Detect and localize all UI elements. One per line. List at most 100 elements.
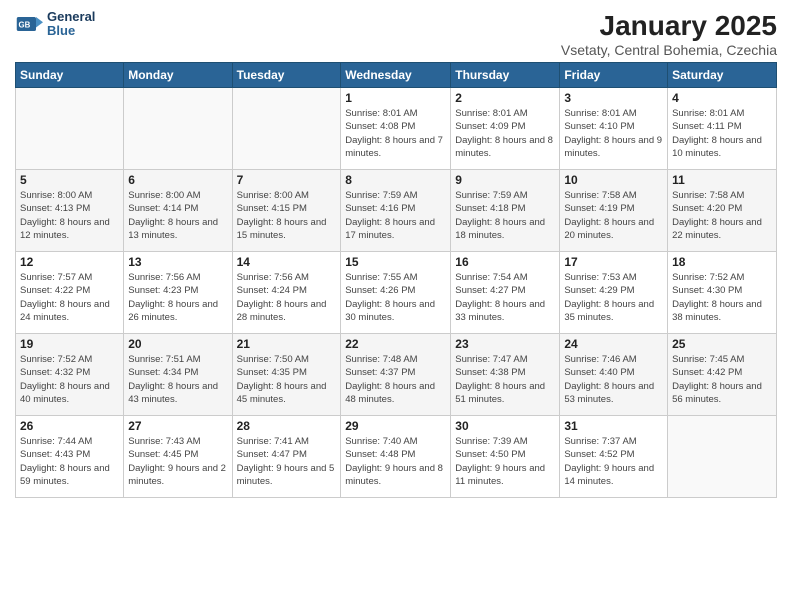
calendar-cell: 23 Sunrise: 7:47 AM Sunset: 4:38 PM Dayli… [451,334,560,416]
day-info: Sunrise: 7:52 AM Sunset: 4:30 PM Dayligh… [672,271,772,324]
day-info: Sunrise: 7:57 AM Sunset: 4:22 PM Dayligh… [20,271,119,324]
dow-monday: Monday [124,63,232,88]
day-number: 20 [128,337,227,351]
day-number: 3 [564,91,663,105]
day-number: 22 [345,337,446,351]
logo-line2: Blue [47,24,95,38]
calendar-cell: 15 Sunrise: 7:55 AM Sunset: 4:26 PM Dayli… [341,252,451,334]
day-number: 8 [345,173,446,187]
day-info: Sunrise: 7:50 AM Sunset: 4:35 PM Dayligh… [237,353,337,406]
day-info: Sunrise: 7:47 AM Sunset: 4:38 PM Dayligh… [455,353,555,406]
day-number: 5 [20,173,119,187]
day-info: Sunrise: 8:00 AM Sunset: 4:14 PM Dayligh… [128,189,227,242]
calendar-cell: 2 Sunrise: 8:01 AM Sunset: 4:09 PM Daylig… [451,88,560,170]
calendar-cell: 17Sunrise: 7:53 AM Sunset: 4:29 PM Dayli… [560,252,668,334]
calendar-cell: 22 Sunrise: 7:48 AM Sunset: 4:37 PM Dayli… [341,334,451,416]
calendar-cell: 1 Sunrise: 8:01 AM Sunset: 4:08 PM Daylig… [341,88,451,170]
day-number: 24 [564,337,663,351]
day-info: Sunrise: 7:48 AM Sunset: 4:37 PM Dayligh… [345,353,446,406]
day-number: 1 [345,91,446,105]
calendar-cell: 30 Sunrise: 7:39 AM Sunset: 4:50 PM Dayli… [451,416,560,498]
day-number: 17 [564,255,663,269]
day-number: 11 [672,173,772,187]
day-number: 27 [128,419,227,433]
day-number: 26 [20,419,119,433]
calendar-cell: 21Sunrise: 7:50 AM Sunset: 4:35 PM Dayli… [232,334,341,416]
calendar-cell: 26 Sunrise: 7:44 AM Sunset: 4:43 PM Dayli… [16,416,124,498]
day-info: Sunrise: 7:52 AM Sunset: 4:32 PM Dayligh… [20,353,119,406]
day-info: Sunrise: 8:01 AM Sunset: 4:08 PM Dayligh… [345,107,446,160]
calendar-cell: 16 Sunrise: 7:54 AM Sunset: 4:27 PM Dayli… [451,252,560,334]
day-number: 29 [345,419,446,433]
day-info: Sunrise: 7:40 AM Sunset: 4:48 PM Dayligh… [345,435,446,488]
day-number: 25 [672,337,772,351]
location-title: Vsetaty, Central Bohemia, Czechia [561,42,777,58]
calendar-cell: 24 Sunrise: 7:46 AM Sunset: 4:40 PM Dayli… [560,334,668,416]
calendar-cell: 5 Sunrise: 8:00 AM Sunset: 4:13 PM Daylig… [16,170,124,252]
day-info: Sunrise: 7:44 AM Sunset: 4:43 PM Dayligh… [20,435,119,488]
day-number: 2 [455,91,555,105]
day-number: 7 [237,173,337,187]
calendar-cell: 18 Sunrise: 7:52 AM Sunset: 4:30 PM Dayli… [668,252,777,334]
dow-sunday: Sunday [16,63,124,88]
day-info: Sunrise: 7:58 AM Sunset: 4:20 PM Dayligh… [672,189,772,242]
calendar-cell [16,88,124,170]
day-info: Sunrise: 7:39 AM Sunset: 4:50 PM Dayligh… [455,435,555,488]
day-number: 30 [455,419,555,433]
calendar-cell: 7 Sunrise: 8:00 AM Sunset: 4:15 PM Daylig… [232,170,341,252]
day-info: Sunrise: 7:51 AM Sunset: 4:34 PM Dayligh… [128,353,227,406]
dow-saturday: Saturday [668,63,777,88]
day-info: Sunrise: 7:41 AM Sunset: 4:47 PM Dayligh… [237,435,337,488]
day-info: Sunrise: 8:00 AM Sunset: 4:13 PM Dayligh… [20,189,119,242]
calendar-cell: 28 Sunrise: 7:41 AM Sunset: 4:47 PM Dayli… [232,416,341,498]
svg-text:GB: GB [19,21,31,30]
day-info: Sunrise: 7:59 AM Sunset: 4:18 PM Dayligh… [455,189,555,242]
calendar-cell [668,416,777,498]
day-number: 23 [455,337,555,351]
day-info: Sunrise: 8:01 AM Sunset: 4:09 PM Dayligh… [455,107,555,160]
dow-wednesday: Wednesday [341,63,451,88]
calendar-cell: 3 Sunrise: 8:01 AM Sunset: 4:10 PM Daylig… [560,88,668,170]
day-info: Sunrise: 7:45 AM Sunset: 4:42 PM Dayligh… [672,353,772,406]
day-number: 28 [237,419,337,433]
calendar-cell [124,88,232,170]
day-info: Sunrise: 7:58 AM Sunset: 4:19 PM Dayligh… [564,189,663,242]
day-info: Sunrise: 8:01 AM Sunset: 4:10 PM Dayligh… [564,107,663,160]
day-info: Sunrise: 7:59 AM Sunset: 4:16 PM Dayligh… [345,189,446,242]
calendar: SundayMondayTuesdayWednesdayThursdayFrid… [15,62,777,498]
calendar-cell: 20 Sunrise: 7:51 AM Sunset: 4:34 PM Dayli… [124,334,232,416]
calendar-cell [232,88,341,170]
day-info: Sunrise: 8:01 AM Sunset: 4:11 PM Dayligh… [672,107,772,160]
day-number: 18 [672,255,772,269]
logo-line1: General [47,10,95,24]
day-of-week-header: SundayMondayTuesdayWednesdayThursdayFrid… [16,63,777,88]
dow-thursday: Thursday [451,63,560,88]
day-number: 19 [20,337,119,351]
day-info: Sunrise: 7:46 AM Sunset: 4:40 PM Dayligh… [564,353,663,406]
day-number: 12 [20,255,119,269]
day-number: 15 [345,255,446,269]
dow-friday: Friday [560,63,668,88]
month-title: January 2025 [561,10,777,42]
day-info: Sunrise: 7:56 AM Sunset: 4:24 PM Dayligh… [237,271,337,324]
day-info: Sunrise: 7:37 AM Sunset: 4:52 PM Dayligh… [564,435,663,488]
day-info: Sunrise: 7:43 AM Sunset: 4:45 PM Dayligh… [128,435,227,488]
day-number: 13 [128,255,227,269]
day-info: Sunrise: 7:54 AM Sunset: 4:27 PM Dayligh… [455,271,555,324]
calendar-cell: 6 Sunrise: 8:00 AM Sunset: 4:14 PM Daylig… [124,170,232,252]
day-info: Sunrise: 7:55 AM Sunset: 4:26 PM Dayligh… [345,271,446,324]
calendar-cell: 13Sunrise: 7:56 AM Sunset: 4:23 PM Dayli… [124,252,232,334]
day-number: 16 [455,255,555,269]
logo: GB General Blue [15,10,95,39]
calendar-cell: 9 Sunrise: 7:59 AM Sunset: 4:18 PM Daylig… [451,170,560,252]
calendar-cell: 10Sunrise: 7:58 AM Sunset: 4:19 PM Dayli… [560,170,668,252]
day-number: 6 [128,173,227,187]
dow-tuesday: Tuesday [232,63,341,88]
day-number: 9 [455,173,555,187]
calendar-cell: 25 Sunrise: 7:45 AM Sunset: 4:42 PM Dayli… [668,334,777,416]
day-info: Sunrise: 8:00 AM Sunset: 4:15 PM Dayligh… [237,189,337,242]
day-number: 14 [237,255,337,269]
calendar-cell: 29 Sunrise: 7:40 AM Sunset: 4:48 PM Dayli… [341,416,451,498]
title-block: January 2025 Vsetaty, Central Bohemia, C… [561,10,777,58]
calendar-cell: 12 Sunrise: 7:57 AM Sunset: 4:22 PM Dayli… [16,252,124,334]
